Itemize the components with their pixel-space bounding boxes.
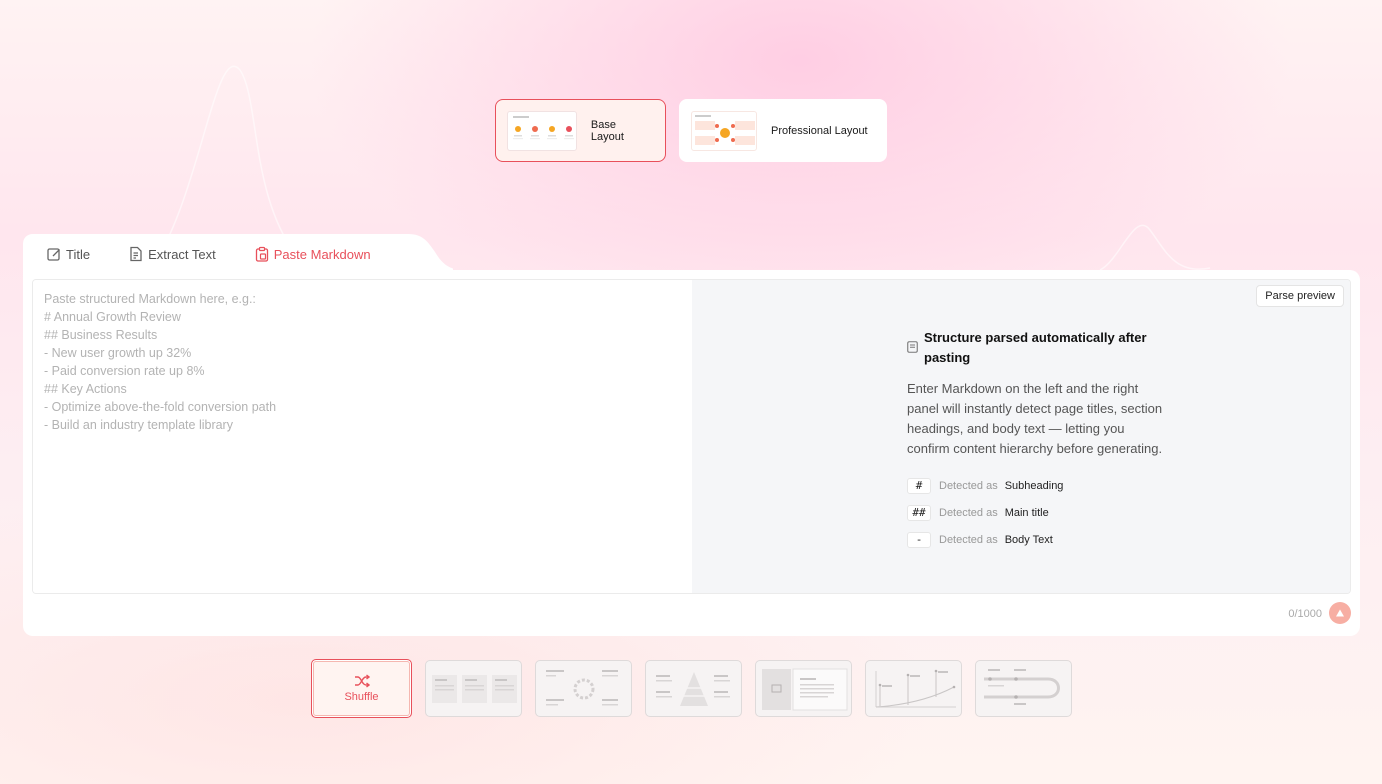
layout-option-base[interactable]: Base Layout	[495, 99, 666, 162]
clipboard-icon	[255, 246, 268, 262]
detected-value: Body Text	[1004, 534, 1053, 546]
layout-label: Base Layout	[590, 118, 624, 143]
hint-body: Enter Markdown on the left and the right…	[907, 381, 1163, 456]
tab-label: Extract Text	[148, 246, 216, 262]
submit-button[interactable]	[1329, 602, 1351, 624]
arrow-up-icon	[1336, 609, 1344, 617]
parse-preview-pane: Parse preview Structure parsed automatic…	[692, 280, 1350, 593]
detected-label: Detected as	[939, 534, 998, 546]
markdown-panel: Paste structured Markdown here, e.g.: # …	[23, 270, 1360, 636]
legend-row: - Detected as Body Text	[907, 532, 1165, 548]
layout-option-professional[interactable]: Professional Layout	[679, 99, 887, 162]
input-mode-tabs: Title Extract Text Paste Markdown	[23, 234, 453, 274]
tab-paste-markdown[interactable]: Paste Markdown	[254, 246, 371, 262]
template-circle[interactable]	[535, 660, 632, 717]
editor-container: Paste structured Markdown here, e.g.: # …	[32, 279, 1351, 594]
detected-value: Subheading	[1004, 480, 1064, 492]
tab-extract-text[interactable]: Extract Text	[128, 246, 216, 262]
template-image-text[interactable]	[755, 660, 852, 717]
tab-title[interactable]: Title	[46, 246, 90, 262]
template-growth-curve[interactable]	[865, 660, 962, 717]
tab-label: Paste Markdown	[273, 246, 371, 262]
detected-label: Detected as	[939, 507, 998, 519]
legend-row: # Detected as Subheading	[907, 478, 1165, 494]
template-pyramid[interactable]	[645, 660, 742, 717]
edit-icon	[47, 248, 60, 261]
preview-hint: Structure parsed automatically after pas…	[907, 328, 1165, 548]
template-three-columns[interactable]	[425, 660, 522, 717]
tab-label: Title	[66, 246, 91, 262]
layout-label: Professional Layout	[771, 124, 868, 137]
syntax-legend: # Detected as Subheading ## Detected as …	[907, 478, 1165, 548]
detected-value: Main title	[1004, 507, 1049, 519]
legend-row: ## Detected as Main title	[907, 505, 1165, 521]
markdown-symbol: -	[907, 532, 931, 548]
template-timeline[interactable]	[975, 660, 1072, 717]
file-text-icon	[130, 246, 142, 262]
document-icon	[907, 341, 918, 353]
shuffle-button[interactable]: Shuffle	[311, 659, 412, 718]
shuffle-icon	[354, 674, 370, 688]
markdown-symbol: #	[907, 478, 931, 494]
markdown-symbol: ##	[907, 505, 931, 521]
detected-label: Detected as	[939, 480, 998, 492]
professional-layout-thumbnail	[691, 110, 757, 151]
base-layout-thumbnail	[507, 110, 577, 151]
shuffle-label: Shuffle	[344, 691, 379, 703]
parse-preview-button[interactable]: Parse preview	[1256, 285, 1344, 307]
character-counter: 0/1000	[1288, 608, 1322, 620]
template-strip: Shuffle	[311, 659, 1072, 718]
markdown-input[interactable]: Paste structured Markdown here, e.g.: # …	[33, 280, 692, 593]
hint-title: Structure parsed automatically after pas…	[907, 328, 1165, 368]
layout-switcher: Base Layout Professional Layout	[495, 99, 887, 162]
